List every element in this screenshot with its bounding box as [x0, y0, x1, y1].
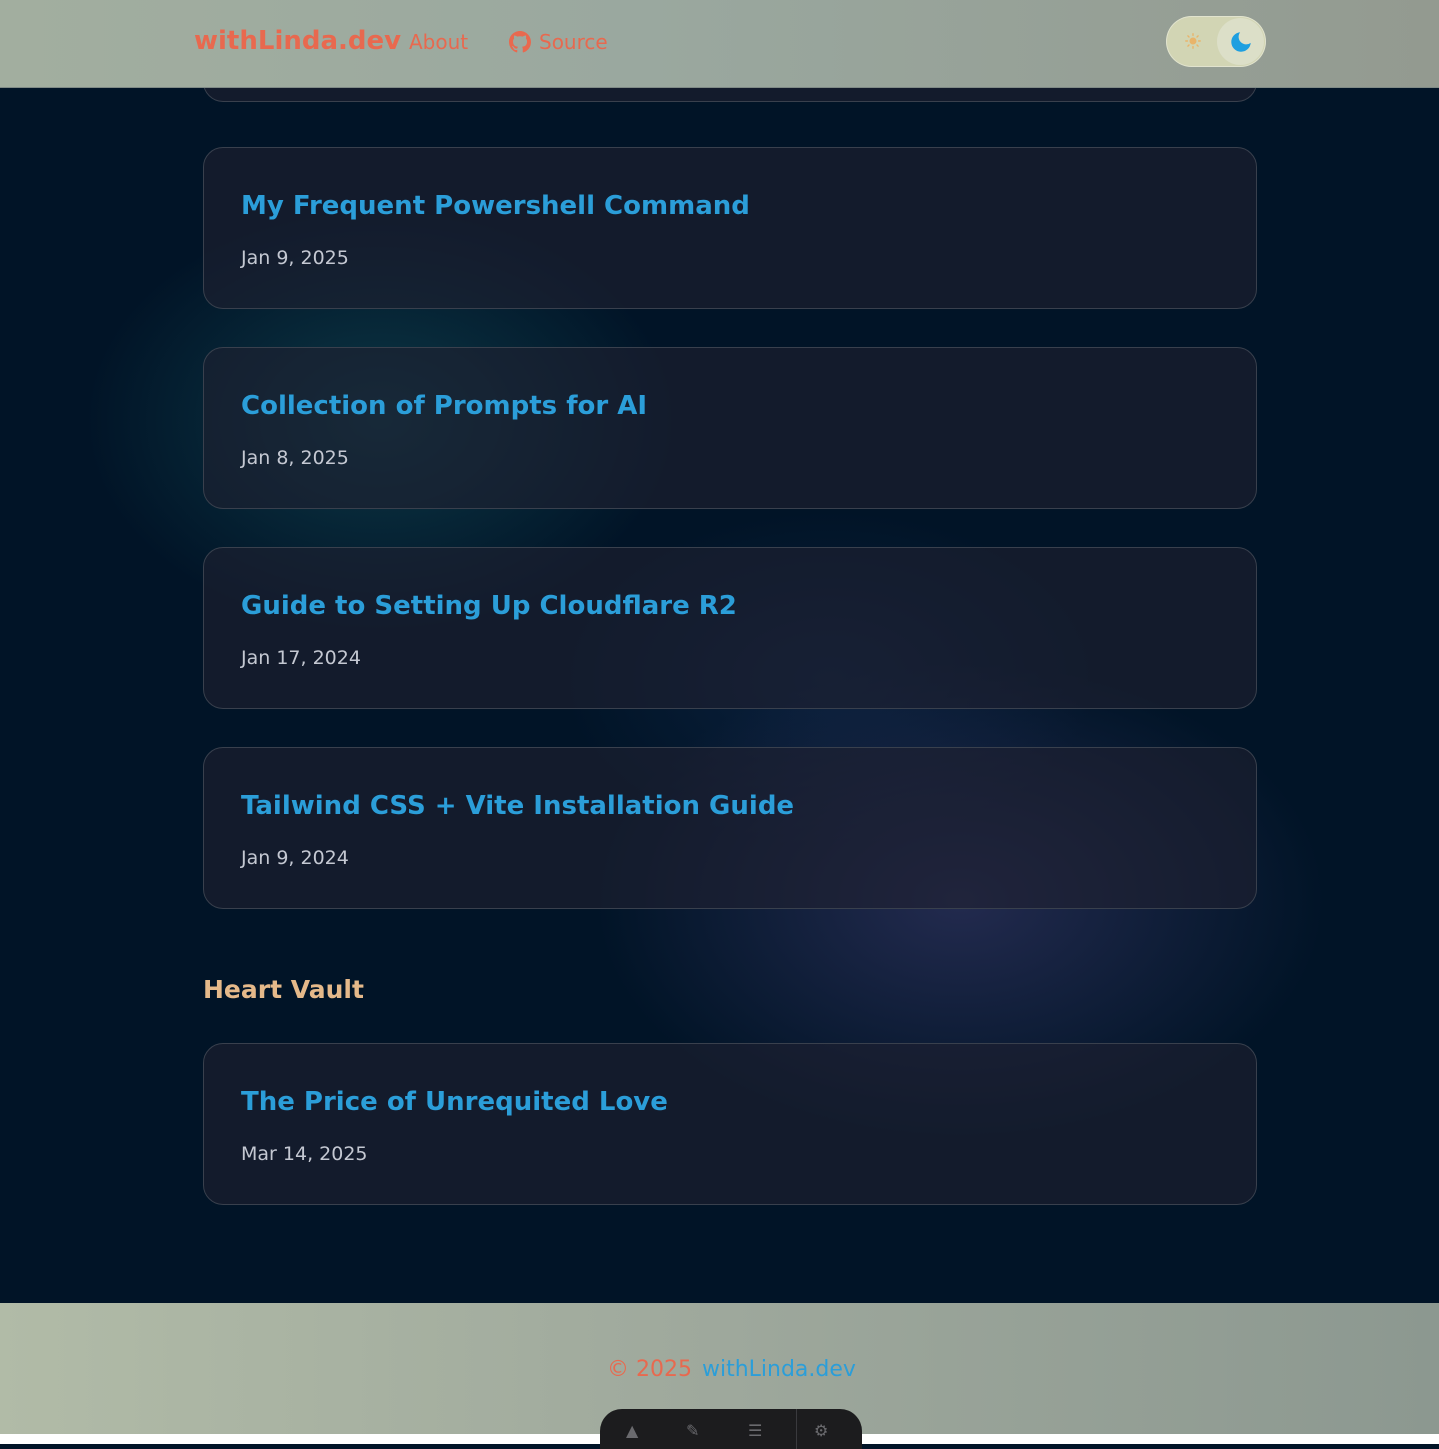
- post-date: Jan 17, 2024: [241, 647, 361, 669]
- sun-icon[interactable]: [1185, 33, 1201, 49]
- gear-icon[interactable]: ⚙: [814, 1423, 828, 1439]
- nav-about-link[interactable]: About: [409, 28, 468, 56]
- floating-toolbar[interactable]: ▲ ✎ ☰ ⚙: [600, 1409, 862, 1449]
- post-date: Jan 8, 2025: [241, 447, 349, 469]
- post-title[interactable]: Tailwind CSS + Vite Installation Guide: [241, 788, 794, 824]
- post-date: Mar 14, 2025: [241, 1143, 368, 1165]
- astro-icon[interactable]: ▲: [626, 1423, 638, 1439]
- post-card[interactable]: The Price of Unrequited Love Mar 14, 202…: [203, 1043, 1257, 1205]
- post-date: Jan 9, 2025: [241, 247, 349, 269]
- toolbar-divider: [796, 1409, 797, 1449]
- post-card[interactable]: Collection of Prompts for AI Jan 8, 2025: [203, 347, 1257, 509]
- nav-source-label: Source: [539, 30, 608, 54]
- post-title[interactable]: The Price of Unrequited Love: [241, 1084, 668, 1120]
- section-heading-heart-vault: Heart Vault: [203, 975, 364, 1004]
- post-title[interactable]: Guide to Setting Up Cloudflare R2: [241, 588, 737, 624]
- inspect-icon[interactable]: ✎: [686, 1423, 699, 1439]
- menu-icon[interactable]: ☰: [748, 1423, 762, 1439]
- post-card[interactable]: My Frequent Powershell Command Jan 9, 20…: [203, 147, 1257, 309]
- post-card[interactable]: Guide to Setting Up Cloudflare R2 Jan 17…: [203, 547, 1257, 709]
- github-icon: [509, 31, 531, 53]
- post-title[interactable]: My Frequent Powershell Command: [241, 188, 750, 224]
- brand-link[interactable]: withLinda.dev: [194, 23, 401, 59]
- footer-brand-link[interactable]: withLinda.dev: [702, 1357, 856, 1382]
- post-title[interactable]: Collection of Prompts for AI: [241, 388, 647, 424]
- moon-icon[interactable]: [1217, 18, 1264, 65]
- nav-source-link[interactable]: Source: [509, 28, 608, 56]
- copyright-year: © 2025: [607, 1357, 692, 1382]
- site-header: withLinda.dev About Source: [0, 0, 1439, 88]
- post-card[interactable]: Tailwind CSS + Vite Installation Guide J…: [203, 747, 1257, 909]
- post-date: Jan 9, 2024: [241, 847, 349, 869]
- footer-copyright: © 2025 withLinda.dev: [607, 1356, 856, 1384]
